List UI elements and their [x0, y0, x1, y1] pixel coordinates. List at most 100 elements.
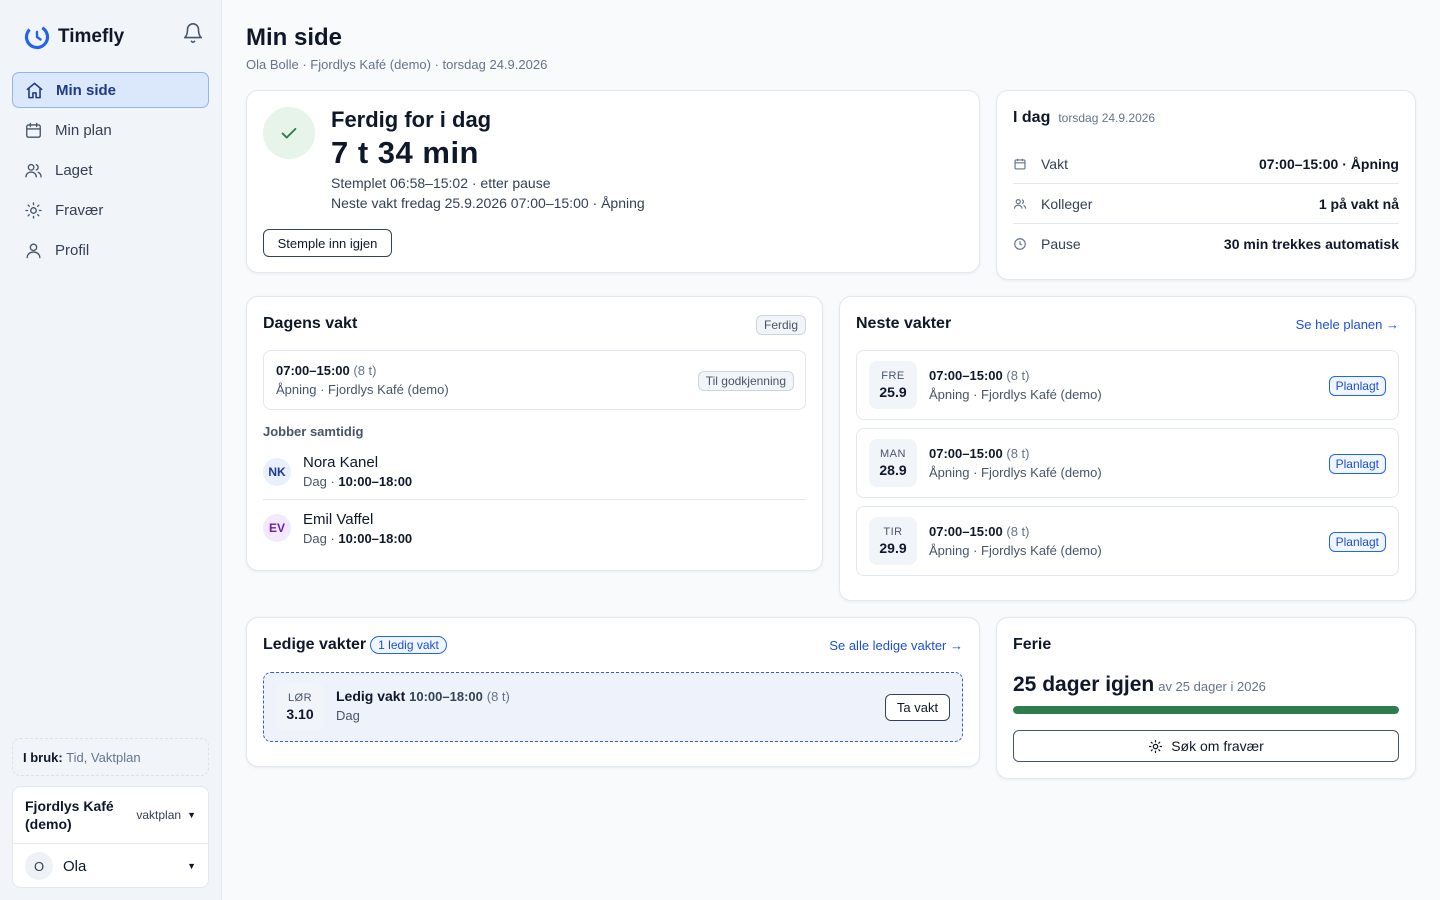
shift-place: Åpning · Fjordlys Kafé (demo)	[929, 387, 1102, 402]
date: 3.10	[286, 706, 314, 722]
shift-hours: (8 t)	[486, 689, 510, 704]
status-heading: Ferdig for i dag	[331, 107, 492, 132]
page-title: Min side	[246, 24, 343, 51]
request-absence-label: Søk om fravær	[1171, 738, 1264, 754]
sidebar-item-laget[interactable]: Laget	[12, 152, 209, 188]
vacation-total: av 25 dager i 2026	[1158, 679, 1266, 694]
day-shift-card: Dagens vakt Ferdig 07:00–15:00 (8 t) Åpn…	[246, 296, 823, 571]
colleague-shift-type: Dag ·	[303, 474, 335, 489]
colleague-row: NK Nora Kanel Dag · 10:00–18:00	[263, 444, 806, 500]
row-label: Pause	[1041, 236, 1081, 252]
next-shift-text: Neste vakt fredag 25.9.2026 07:00–15:00 …	[331, 195, 645, 211]
sun-icon	[1149, 739, 1163, 753]
upcoming-shift-item[interactable]: FRE 25.9 07:00–15:00 (8 t) Åpning · Fjord…	[856, 350, 1399, 420]
chevron-down-icon: ▼	[187, 861, 196, 871]
colleagues-heading: Jobber samtidig	[263, 424, 364, 439]
day-shift-title: Dagens vakt	[263, 315, 358, 332]
sun-icon	[25, 201, 42, 219]
users-icon	[1013, 198, 1027, 209]
open-shift-title: Ledig vakt	[336, 688, 406, 704]
home-icon	[26, 82, 43, 98]
users-icon	[25, 163, 42, 178]
sidebar-item-label: Profil	[55, 241, 90, 259]
date-chip: FRE 25.9	[869, 361, 917, 409]
shift-hours: (8 t)	[353, 363, 377, 378]
upcoming-shift-item[interactable]: TIR 29.9 07:00–15:00 (8 t) Åpning · Fjord…	[856, 506, 1399, 576]
row-value: 07:00–15:00 · Åpning	[1258, 155, 1399, 172]
shift-type: Dag	[336, 708, 360, 723]
date: 28.9	[879, 462, 907, 478]
sidebar: Timefly Min side Min plan Laget Fravær P…	[0, 0, 222, 900]
shift-time: 07:00–15:00	[276, 363, 350, 378]
status-badge: Planlagt	[1328, 532, 1386, 552]
org-switcher-card: Fjordlys Kafé (demo) vaktplan ▼ O Ola ▼	[12, 786, 209, 888]
take-shift-button[interactable]: Ta vakt	[885, 694, 950, 721]
date-chip: TIR 29.9	[869, 517, 917, 565]
bell-icon[interactable]	[182, 22, 204, 44]
sidebar-item-label: Min side	[56, 81, 117, 99]
avatar: EV	[263, 514, 291, 542]
inuse-value: Tid, Vaktplan	[66, 750, 141, 765]
clock-in-again-button[interactable]: Stemple inn igjen	[263, 229, 392, 257]
vacation-progress-track	[1013, 706, 1399, 714]
sidebar-item-profil[interactable]: Profil	[12, 232, 209, 268]
today-card: I dag torsdag 24.9.2026 Vakt 07:00–15:00…	[996, 90, 1416, 280]
shift-time: 07:00–15:00	[929, 368, 1003, 383]
row-value: 1 på vakt nå	[1318, 195, 1399, 212]
brand[interactable]: Timefly	[24, 24, 124, 50]
shift-hours: (8 t)	[1006, 368, 1030, 383]
worked-duration: 7 t 34 min	[331, 135, 479, 170]
modules-in-use: I bruk: Tid, Vaktplan	[12, 738, 209, 776]
weekday: LØR	[287, 692, 313, 704]
stamped-times: Stemplet 06:58–15:02 · etter pause	[331, 175, 551, 191]
row-label: Kolleger	[1041, 195, 1093, 212]
sidebar-item-min-plan[interactable]: Min plan	[12, 112, 209, 148]
colleague-row: EV Emil Vaffel Dag · 10:00–18:00	[263, 500, 806, 556]
user-name: Ola	[63, 857, 87, 875]
shift-hours: (8 t)	[1006, 524, 1030, 539]
sidebar-item-label: Fravær	[55, 201, 104, 219]
colleague-time: 10:00–18:00	[338, 474, 413, 489]
row-value: 30 min trekkes automatisk	[1223, 236, 1399, 252]
next-shifts-title: Neste vakter	[856, 315, 952, 332]
shift-hours: (8 t)	[1006, 446, 1030, 461]
vacation-title: Ferie	[1013, 636, 1052, 653]
see-all-open-shifts-link[interactable]: Se alle ledige vakter →	[829, 638, 963, 653]
shift-place: Åpning · Fjordlys Kafé (demo)	[276, 382, 449, 397]
today-shift-item[interactable]: 07:00–15:00 (8 t) Åpning · Fjordlys Kafé…	[263, 350, 806, 410]
weekday: MAN	[880, 448, 906, 460]
colleague-name: Emil Vaffel	[303, 510, 374, 528]
today-date: torsdag 24.9.2026	[1058, 111, 1156, 125]
org-switcher[interactable]: Fjordlys Kafé (demo) vaktplan ▼	[13, 787, 208, 844]
timefly-logo-icon	[24, 24, 50, 50]
today-row-colleagues: Kolleger 1 på vakt nå	[1013, 184, 1399, 224]
approval-badge: Til godkjenning	[697, 371, 794, 391]
colleague-time: 10:00–18:00	[338, 530, 413, 546]
avatar: O	[25, 852, 53, 880]
upcoming-shift-item[interactable]: MAN 28.9 07:00–15:00 (8 t) Åpning · Fjord…	[856, 428, 1399, 498]
date: 29.9	[879, 540, 907, 556]
sidebar-item-fravaer[interactable]: Fravær	[12, 192, 209, 228]
status-badge: Ferdig	[755, 315, 806, 335]
org-name: Fjordlys Kafé (demo)	[25, 798, 114, 832]
user-menu[interactable]: O Ola ▼	[13, 844, 208, 888]
shift-place: Åpning · Fjordlys Kafé (demo)	[929, 465, 1102, 480]
user-icon	[26, 242, 41, 258]
check-icon	[263, 107, 315, 159]
open-shift-item[interactable]: LØR 3.10 Ledig vakt 10:00–18:00 (8 t) Dag…	[263, 672, 963, 742]
open-shifts-card: Ledige vakter 1 ledig vakt Se alle ledig…	[246, 617, 980, 767]
date-chip: MAN 28.9	[869, 439, 917, 487]
sidebar-item-label: Min plan	[55, 121, 112, 139]
shift-time: 07:00–15:00	[929, 524, 1003, 539]
vacation-remaining: 25 dager igjen	[1013, 673, 1155, 696]
shift-time: 10:00–18:00	[409, 689, 483, 704]
calendar-icon	[26, 122, 41, 138]
sidebar-item-min-side[interactable]: Min side	[12, 72, 209, 108]
calendar-icon	[1014, 158, 1026, 170]
app-name: Timefly	[58, 26, 125, 47]
open-count-badge: 1 ledig vakt	[370, 636, 447, 654]
org-mode: vaktplan	[136, 808, 182, 822]
request-absence-button[interactable]: Søk om fravær	[1013, 730, 1399, 762]
today-row-break: Pause 30 min trekkes automatisk	[1013, 224, 1399, 264]
see-full-plan-link[interactable]: Se hele planen →	[1296, 317, 1399, 332]
